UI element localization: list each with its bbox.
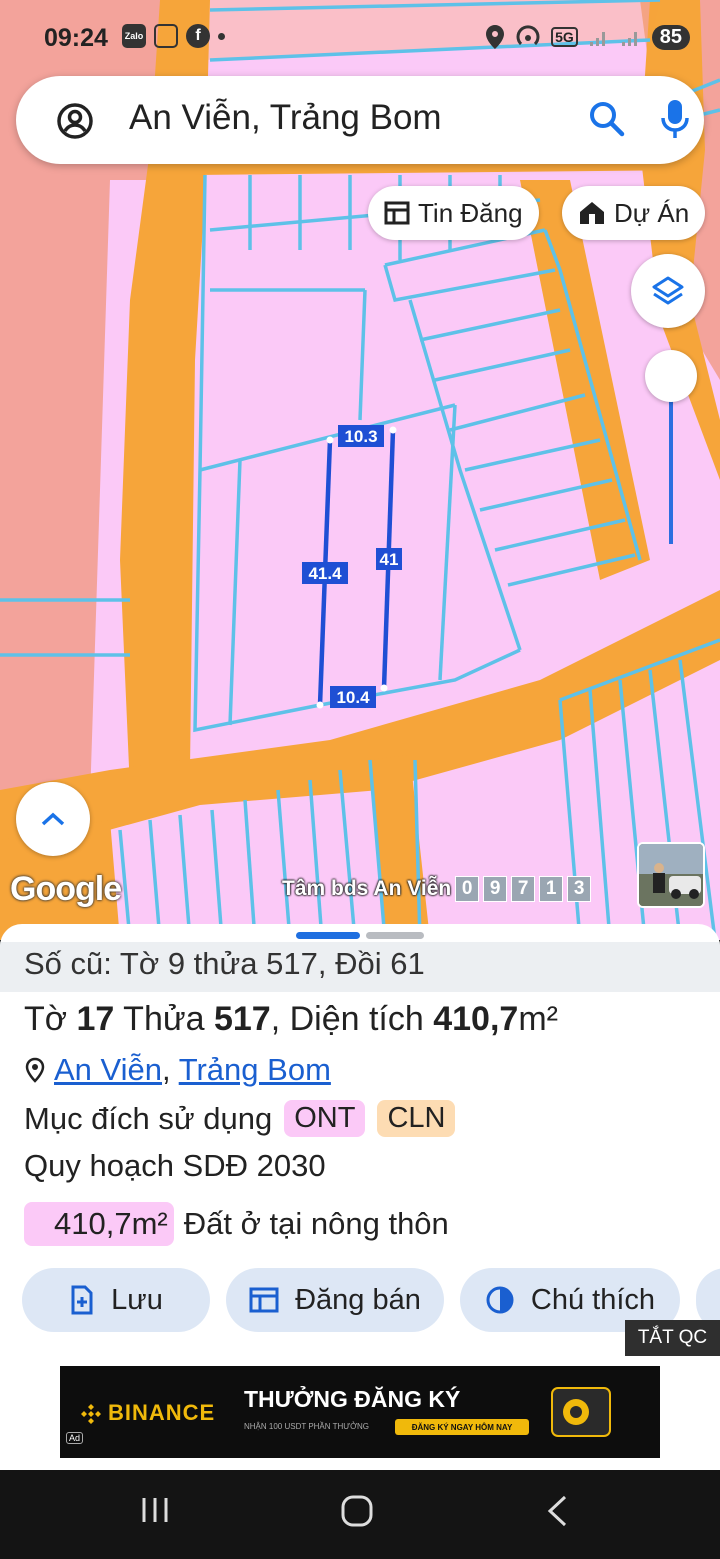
location-pin-icon [25, 1057, 45, 1083]
projects-label: Dự Án [614, 197, 690, 228]
signal-icon-2 [621, 32, 637, 46]
land-use-label: Mục đích sử dụng [24, 1100, 273, 1136]
post-sale-button[interactable]: Đăng bán [226, 1268, 444, 1332]
location-row: An Viễn, Trảng Bom [24, 1052, 331, 1088]
old-parcel-number: Số cũ: Tờ 9 thửa 517, Đồi 61 [0, 942, 720, 992]
watermark-digit: 1 [539, 876, 564, 902]
post-icon [249, 1287, 279, 1313]
drag-handle[interactable] [296, 932, 360, 939]
watermark: Tâm bds An Viễn 0 9 7 1 3 [282, 876, 592, 902]
ad-brand: BINANCE [80, 1400, 215, 1426]
microphone-icon[interactable] [660, 98, 690, 140]
legend-icon [486, 1286, 514, 1314]
dot-icon [218, 32, 225, 40]
chevron-up-icon [41, 812, 65, 826]
plan-area-row: 410,7m² Đất ở tại nông thôn [24, 1202, 449, 1246]
ad-badge: Ad [66, 1432, 84, 1444]
opacity-slider-knob[interactable] [645, 350, 697, 402]
map-view[interactable]: 10.3 41.4 41 10.4 09:24 Zalo f 5G 85 An … [0, 0, 720, 940]
house-icon [580, 202, 604, 224]
status-time: 09:24 [44, 24, 108, 52]
drag-handle-secondary[interactable] [366, 932, 424, 939]
parcel-label: Thửa [114, 1000, 214, 1038]
bookmark-add-icon [71, 1285, 93, 1315]
binance-logo-icon [81, 1404, 101, 1424]
watermark-digit: 7 [511, 876, 536, 902]
ad-banner[interactable]: BINANCE THƯỞNG ĐĂNG KÝ NHẬN 100 USDT PHẦ… [60, 1366, 660, 1458]
scan-icon [154, 24, 178, 48]
legend-label: Chú thích [530, 1283, 656, 1316]
facebook-icon: f [186, 24, 210, 48]
area-unit: m² [518, 1000, 558, 1038]
ad-subtext: NHẬN 100 USDT PHẦN THƯỞNG [244, 1422, 369, 1431]
plan-land-type: Đất ở tại nông thôn [183, 1206, 449, 1241]
network-type: 5G [551, 27, 578, 47]
home-icon[interactable] [340, 1494, 374, 1528]
location-separator: , [162, 1052, 171, 1087]
land-use-row: Mục đích sử dụng ONT CLN [24, 1100, 456, 1137]
area-value: 410,7 [433, 1000, 519, 1038]
system-icons: 5G 85 [485, 24, 690, 50]
news-icon [384, 201, 410, 225]
status-bar: 09:24 Zalo f 5G 85 [0, 0, 720, 76]
account-icon[interactable] [56, 102, 94, 140]
hotspot-icon [516, 25, 540, 46]
district-link[interactable]: Trảng Bom [179, 1052, 331, 1087]
watermark-text: Tâm bds An Viễn [282, 877, 452, 900]
parcel-title: Tờ 17 Thửa 517, Diện tích 410,7m² [24, 1000, 558, 1039]
system-nav-bar [0, 1470, 720, 1559]
watermark-digit: 3 [567, 876, 592, 902]
ad-headline: THƯỞNG ĐĂNG KÝ [244, 1386, 461, 1412]
measure-bottom: 10.4 [336, 688, 370, 707]
search-bar[interactable]: An Viễn, Trảng Bom [16, 76, 704, 164]
plan-area: 410,7m² [24, 1202, 174, 1246]
measure-right: 41 [380, 550, 399, 569]
measure-top: 10.3 [344, 427, 377, 446]
land-use-tag-ont[interactable]: ONT [284, 1100, 366, 1137]
save-label: Lưu [111, 1283, 163, 1316]
projects-chip[interactable]: Dự Án [562, 186, 706, 240]
hide-ads-button[interactable]: TẮT QC [625, 1320, 720, 1356]
commune-link[interactable]: An Viễn [54, 1052, 162, 1087]
battery-level: 85 [651, 24, 690, 50]
save-button[interactable]: Lưu [22, 1268, 210, 1332]
ad-cta[interactable]: ĐĂNG KÝ NGAY HÔM NAY [395, 1419, 529, 1435]
location-icon [486, 25, 505, 49]
street-view-thumbnail[interactable] [637, 842, 705, 908]
photo-thumbnail-icon [639, 844, 703, 906]
google-logo: Google [10, 870, 122, 908]
search-input[interactable]: An Viễn, Trảng Bom [129, 98, 442, 138]
layers-icon [652, 276, 684, 305]
gift-box-icon [551, 1387, 611, 1437]
watermark-digit: 9 [483, 876, 508, 902]
parcel-info-panel[interactable]: Số cũ: Tờ 9 thửa 517, Đồi 61 Tờ 17 Thửa … [0, 924, 720, 1470]
sheet-label: Tờ [24, 1000, 77, 1038]
sheet-number: 17 [76, 1000, 115, 1038]
listings-label: Tin Đăng [418, 197, 523, 228]
plan-label: Quy hoạch SDĐ 2030 [24, 1148, 326, 1183]
parcel-number: 517 [213, 1000, 271, 1038]
search-icon[interactable] [588, 100, 626, 138]
listings-chip[interactable]: Tin Đăng [368, 186, 539, 240]
measure-left: 41.4 [308, 564, 342, 583]
watermark-digit: 0 [455, 876, 480, 902]
zalo-icon: Zalo [122, 24, 146, 48]
post-sale-label: Đăng bán [295, 1283, 421, 1316]
opacity-slider-track[interactable] [669, 378, 673, 544]
expand-button[interactable] [16, 782, 90, 856]
recent-apps-icon[interactable] [140, 1494, 170, 1526]
back-icon[interactable] [545, 1494, 569, 1528]
notification-icons: Zalo f [122, 24, 225, 48]
ad-brand-text: BINANCE [108, 1400, 216, 1425]
area-label: , Diện tích [270, 1000, 434, 1038]
layers-button[interactable] [631, 254, 705, 328]
land-use-tag-cln[interactable]: CLN [377, 1100, 456, 1137]
signal-icon [589, 32, 605, 46]
